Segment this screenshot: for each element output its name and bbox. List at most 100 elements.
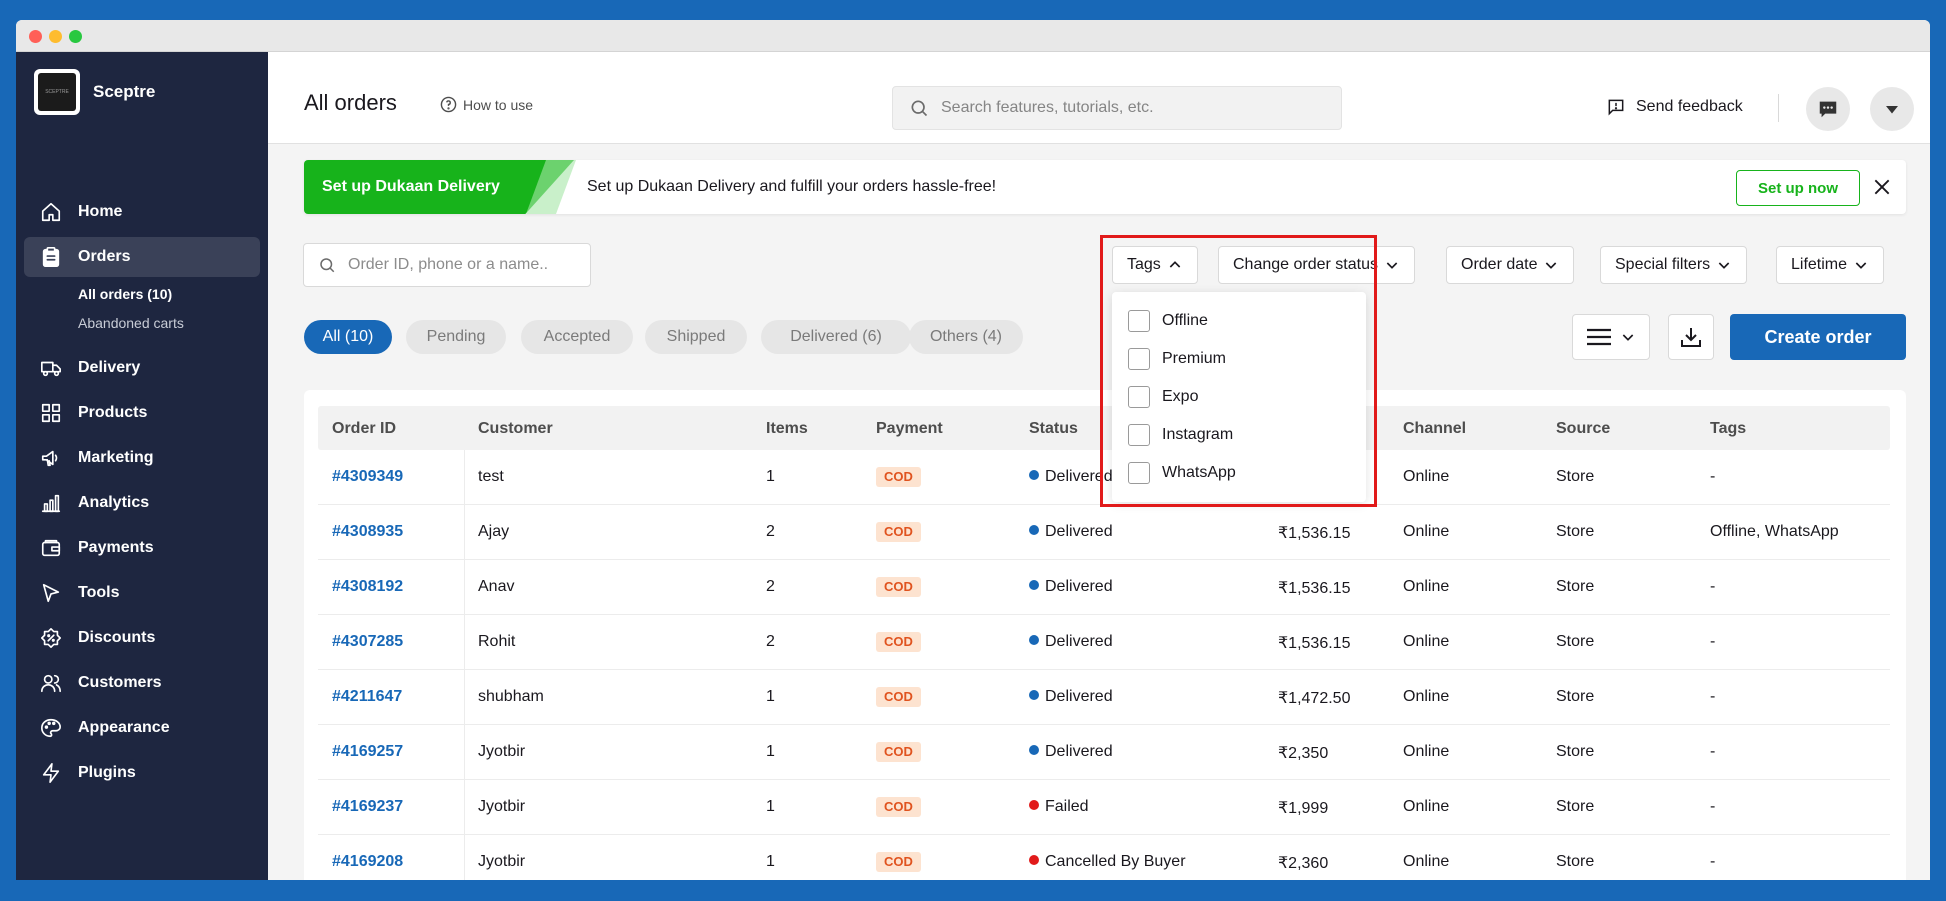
col-header-order-id[interactable]: Order ID xyxy=(332,420,396,438)
col-header-payment[interactable]: Payment xyxy=(876,420,943,438)
pill-others[interactable]: Others (4) xyxy=(909,320,1023,354)
sidebar-item-analytics[interactable]: Analytics xyxy=(24,483,260,523)
col-header-status[interactable]: Status xyxy=(1029,420,1078,438)
pill-delivered[interactable]: Delivered (6) xyxy=(761,320,911,354)
sidebar-item-payments[interactable]: Payments xyxy=(24,528,260,568)
maximize-window-button[interactable] xyxy=(69,30,82,43)
how-to-use-link[interactable]: How to use xyxy=(440,96,533,113)
close-icon[interactable] xyxy=(1872,177,1892,197)
app-window: SCEPTRE Sceptre Home Orders All orders (… xyxy=(16,20,1930,880)
order-id-link[interactable]: #4169257 xyxy=(332,743,403,761)
sidebar-item-products[interactable]: Products xyxy=(24,393,260,433)
table-row[interactable]: #4309349 test 1 COD Delivered Online Store - xyxy=(318,450,1890,505)
search-icon xyxy=(911,100,928,117)
home-icon xyxy=(41,202,61,222)
status-dot xyxy=(1029,525,1039,535)
status-dot xyxy=(1029,580,1039,590)
subnav-abandoned-carts[interactable]: Abandoned carts xyxy=(78,309,260,338)
order-id-link[interactable]: #4307285 xyxy=(332,633,403,651)
chevron-down-icon xyxy=(1718,262,1730,269)
tags-filter[interactable]: Tags xyxy=(1112,246,1198,284)
sidebar-item-appearance[interactable]: Appearance xyxy=(24,708,260,748)
download-button[interactable] xyxy=(1668,314,1714,360)
sidebar-item-tools[interactable]: Tools xyxy=(24,573,260,613)
checkbox[interactable] xyxy=(1128,462,1150,484)
order-date-filter[interactable]: Order date xyxy=(1446,246,1575,284)
sidebar-item-plugins[interactable]: Plugins xyxy=(24,753,260,793)
checkbox[interactable] xyxy=(1128,386,1150,408)
pill-shipped[interactable]: Shipped xyxy=(645,320,747,354)
checkbox[interactable] xyxy=(1128,310,1150,332)
col-header-tags[interactable]: Tags xyxy=(1710,420,1746,438)
source-cell: Store xyxy=(1556,688,1595,705)
order-search[interactable] xyxy=(303,243,591,287)
minimize-window-button[interactable] xyxy=(49,30,62,43)
order-id-link[interactable]: #4169208 xyxy=(332,853,403,871)
close-window-button[interactable] xyxy=(29,30,42,43)
channel-cell: Online xyxy=(1403,523,1450,540)
order-id-link[interactable]: #4211647 xyxy=(332,688,402,706)
chat-button[interactable] xyxy=(1806,87,1850,131)
pill-pending[interactable]: Pending xyxy=(406,320,506,354)
subnav-all-orders[interactable]: All orders (10) xyxy=(78,280,260,309)
customer-cell: Anav xyxy=(478,578,515,595)
tag-option-instagram[interactable]: Instagram xyxy=(1112,416,1366,454)
amount-cell: ₹1,536.15 xyxy=(1278,525,1351,542)
tag-option-whatsapp[interactable]: WhatsApp xyxy=(1112,454,1366,492)
order-id-link[interactable]: #4169237 xyxy=(332,798,403,816)
table-row[interactable]: #4308192 Anav 2 COD Delivered ₹1,536.15 Online… xyxy=(318,560,1890,615)
table-row[interactable]: #4307285 Rohit 2 COD Delivered ₹1,536.15 Onlin… xyxy=(318,615,1890,670)
order-id-link[interactable]: #4308935 xyxy=(332,523,403,541)
checkbox[interactable] xyxy=(1128,424,1150,446)
column-separator xyxy=(464,835,465,880)
tag-option-offline[interactable]: Offline xyxy=(1112,302,1366,340)
col-header-items[interactable]: Items xyxy=(766,420,808,438)
sidebar-item-label: Payments xyxy=(78,539,154,556)
send-feedback-button[interactable]: Send feedback xyxy=(1606,97,1743,117)
table-row[interactable]: #4211647 shubham 1 COD Delivered ₹1,472.50 Onl… xyxy=(318,670,1890,725)
status-label: Delivered xyxy=(1045,523,1113,540)
checkbox[interactable] xyxy=(1128,348,1150,370)
view-toggle-button[interactable] xyxy=(1572,314,1650,360)
create-order-button[interactable]: Create order xyxy=(1730,314,1906,360)
tag-option-expo[interactable]: Expo xyxy=(1112,378,1366,416)
amount-cell: ₹1,999 xyxy=(1278,800,1329,817)
store-logo-text: SCEPTRE xyxy=(38,73,76,111)
tags-cell: - xyxy=(1710,853,1716,870)
amount-cell: ₹1,536.15 xyxy=(1278,635,1351,652)
table-row[interactable]: #4308935 Ajay 2 COD Delivered ₹1,536.15 Online… xyxy=(318,505,1890,560)
tag-option-premium[interactable]: Premium xyxy=(1112,340,1366,378)
special-filters[interactable]: Special filters xyxy=(1600,246,1748,284)
sidebar-item-home[interactable]: Home xyxy=(24,192,260,232)
column-separator xyxy=(464,780,465,834)
order-id-link[interactable]: #4308192 xyxy=(332,578,403,596)
change-order-status-filter[interactable]: Change order status xyxy=(1218,246,1415,284)
sidebar-item-delivery[interactable]: Delivery xyxy=(24,348,260,388)
sidebar-item-marketing[interactable]: Marketing xyxy=(24,438,260,478)
table-row[interactable]: #4169208 Jyotbir 1 COD Cancelled By Buyer ₹2,… xyxy=(318,835,1890,880)
status-dot xyxy=(1029,745,1039,755)
channel-cell: Online xyxy=(1403,468,1450,485)
col-header-customer[interactable]: Customer xyxy=(478,420,553,438)
sidebar-item-customers[interactable]: Customers xyxy=(24,663,260,703)
table-row[interactable]: #4169237 Jyotbir 1 COD Failed ₹1,999 Online Sto… xyxy=(318,780,1890,835)
brand[interactable]: SCEPTRE Sceptre xyxy=(34,69,155,115)
set-up-now-button[interactable]: Set up now xyxy=(1736,170,1860,206)
sidebar-item-discounts[interactable]: Discounts xyxy=(24,618,260,658)
table-row[interactable]: #4169257 Jyotbir 1 COD Delivered ₹2,350 Online… xyxy=(318,725,1890,780)
col-header-channel[interactable]: Channel xyxy=(1403,420,1466,438)
global-search-input[interactable] xyxy=(941,99,1321,117)
sidebar-item-orders[interactable]: Orders xyxy=(24,237,260,277)
order-search-input[interactable] xyxy=(348,256,578,274)
col-header-source[interactable]: Source xyxy=(1556,420,1610,438)
banner-text: Set up Dukaan Delivery and fulfill your … xyxy=(587,178,997,195)
pill-accepted[interactable]: Accepted xyxy=(521,320,633,354)
tag-option-label: Premium xyxy=(1162,350,1227,367)
pill-all[interactable]: All (10) xyxy=(304,320,392,354)
column-separator xyxy=(464,505,465,559)
global-search[interactable] xyxy=(892,86,1342,130)
lifetime-filter[interactable]: Lifetime xyxy=(1776,246,1885,284)
status-label: Cancelled By Buyer xyxy=(1045,853,1186,870)
order-id-link[interactable]: #4309349 xyxy=(332,468,403,486)
profile-menu-button[interactable] xyxy=(1870,87,1914,131)
